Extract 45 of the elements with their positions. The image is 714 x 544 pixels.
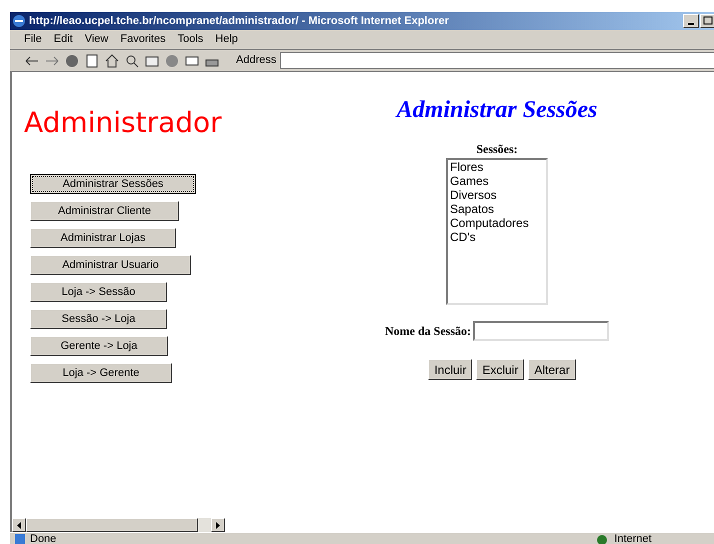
action-button[interactable]: Incluir: [428, 359, 472, 380]
menu-item[interactable]: File: [24, 31, 42, 48]
list-option[interactable]: Flores: [450, 160, 544, 174]
action-button[interactable]: Alterar: [528, 359, 576, 380]
address-label: Address: [236, 53, 276, 68]
menu-item[interactable]: Tools: [178, 31, 204, 48]
left-arrow-icon[interactable]: [17, 522, 21, 528]
list-option[interactable]: CD's: [450, 230, 544, 244]
right-arrow-icon[interactable]: [216, 522, 220, 528]
sessions-listbox[interactable]: Flores Games Diversos Sapatos Computadores CD's: [446, 158, 548, 305]
page-heading: Administrador: [24, 105, 223, 141]
list-option[interactable]: Sapatos: [450, 202, 544, 216]
search-icon[interactable]: [124, 52, 140, 68]
browser-icon: [12, 14, 26, 28]
name-field[interactable]: [473, 321, 609, 341]
window-title: http://leao.ucpel.tche.br/ncompranet/administrador/ - Microsoft Internet Explorer: [29, 14, 449, 29]
nav-button[interactable]: Gerente -> Loja: [30, 336, 168, 356]
address-field[interactable]: [280, 52, 714, 69]
menu-item[interactable]: View: [84, 31, 108, 48]
minimize-button[interactable]: [683, 14, 699, 28]
list-label: Sessões:: [476, 141, 518, 158]
status-text: Done: [30, 533, 56, 544]
nav-button[interactable]: Administrar Lojas: [30, 228, 176, 248]
maximize-icon: [701, 15, 714, 27]
nav-button[interactable]: Loja -> Sessão: [30, 282, 167, 302]
home-icon[interactable]: [104, 52, 120, 68]
action-button[interactable]: Excluir: [476, 359, 524, 380]
nav-button[interactable]: Sessão -> Loja: [30, 309, 167, 329]
menu-item[interactable]: Edit: [54, 31, 73, 48]
globe-icon: [596, 533, 608, 544]
zone-text: Internet: [614, 533, 652, 544]
list-option[interactable]: Games: [450, 174, 544, 188]
nav-button[interactable]: Administrar Cliente: [30, 201, 179, 221]
nav-button[interactable]: Loja -> Gerente: [30, 363, 172, 383]
nav-button[interactable]: Administrar Sessões: [30, 174, 196, 194]
nav-button[interactable]: Administrar Usuario: [30, 255, 191, 275]
list-option[interactable]: Computadores: [450, 216, 544, 230]
section-title: Administrar Sessões: [396, 96, 598, 125]
menu-item[interactable]: Help: [215, 31, 238, 48]
menu-item[interactable]: Favorites: [120, 31, 166, 48]
name-label: Nome da Sessão:: [385, 323, 471, 340]
list-option[interactable]: Diversos: [450, 188, 544, 202]
horizontal-scrollbar[interactable]: [12, 518, 225, 532]
minimize-icon: [688, 23, 694, 25]
maximize-button[interactable]: [700, 14, 714, 28]
